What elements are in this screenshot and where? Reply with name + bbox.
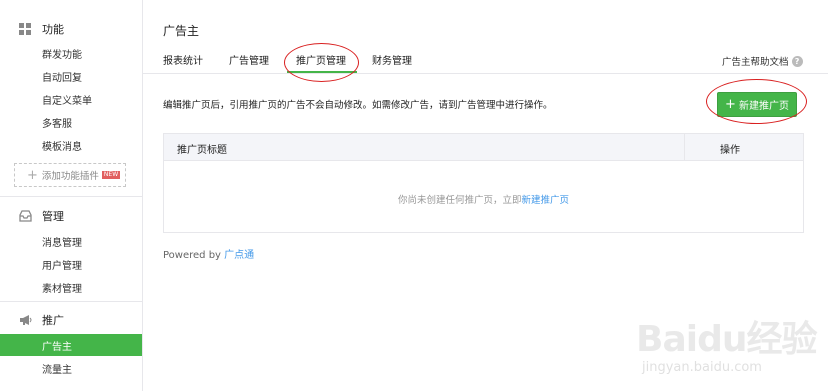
section-heading: 功能 [42, 23, 64, 36]
sidebar-item-customer-service[interactable]: 多客服 [0, 111, 142, 133]
divider [0, 301, 142, 302]
table-header: 推广页标题 操作 [164, 134, 803, 161]
sidebar-item-user-manage[interactable]: 用户管理 [0, 253, 142, 275]
divider [0, 196, 142, 197]
column-header-title: 推广页标题 [177, 145, 227, 156]
description-text: 编辑推广页后，引用推广页的广告不会自动修改。如需修改广告，请到广告管理中进行操作… [163, 100, 553, 111]
sidebar-item-publisher[interactable]: 流量主 [0, 357, 142, 379]
watermark-url: jingyan.baidu.com [642, 360, 762, 375]
sidebar-item-label: 素材管理 [42, 283, 82, 295]
add-plugin-label: 添加功能插件 [41, 171, 99, 182]
sidebar-item-label: 用户管理 [42, 260, 82, 272]
question-icon: ? [791, 55, 803, 67]
sidebar-item-label: 自定义菜单 [42, 95, 92, 107]
sidebar-item-custom-menu[interactable]: 自定义菜单 [0, 88, 142, 110]
sidebar-item-advertiser[interactable]: 广告主 [0, 334, 142, 356]
tab-report-stats[interactable]: 报表统计 [163, 52, 203, 67]
sidebar-section-manage: 管理 [0, 204, 142, 228]
inbox-icon [18, 209, 32, 223]
sidebar-item-label: 多客服 [42, 118, 72, 130]
sidebar-item-label: 流量主 [42, 364, 72, 376]
column-header-actions: 操作 [720, 145, 740, 156]
promo-page-table: 推广页标题 操作 你尚未创建任何推广页，立即新建推广页 [163, 133, 804, 233]
annotation-circle-button [706, 79, 807, 124]
sidebar-item-label: 自动回复 [42, 72, 82, 84]
sidebar-section-features: 功能 [0, 17, 142, 41]
add-plugin-button[interactable]: + 添加功能插件 NEW [14, 163, 126, 187]
plus-icon: + [27, 167, 38, 183]
tab-finance-manage[interactable]: 财务管理 [372, 52, 412, 67]
megaphone-icon [18, 313, 32, 327]
section-heading: 推广 [42, 314, 64, 327]
baidu-watermark: Baidu经验 jingyan.baidu.com [636, 310, 821, 382]
powered-by-text: Powered by [163, 250, 221, 261]
empty-state-text: 你尚未创建任何推广页，立即 [397, 195, 522, 206]
empty-state: 你尚未创建任何推广页，立即新建推广页 [164, 192, 803, 206]
sidebar: 功能 群发功能 自动回复 自定义菜单 多客服 模板消息 + 添加功能插件 NEW… [0, 0, 143, 391]
sidebar-item-material-manage[interactable]: 素材管理 [0, 276, 142, 298]
sidebar-item-message-manage[interactable]: 消息管理 [0, 230, 142, 252]
sidebar-item-mass-send[interactable]: 群发功能 [0, 42, 142, 64]
guangdiantong-link[interactable]: 广点通 [224, 250, 254, 261]
help-doc-label: 广告主帮助文档 [722, 57, 789, 68]
annotation-circle-tab [284, 43, 359, 82]
page-title: 广告主 [163, 24, 200, 38]
sidebar-item-label: 广告主 [42, 341, 72, 353]
watermark-brand: Baidu经验 [636, 319, 817, 360]
empty-state-new-link[interactable]: 新建推广页 [522, 195, 570, 206]
sidebar-item-label: 模板消息 [42, 141, 82, 153]
sidebar-item-auto-reply[interactable]: 自动回复 [0, 65, 142, 87]
help-doc-link[interactable]: 广告主帮助文档 ? [722, 54, 803, 68]
sidebar-item-label: 消息管理 [42, 237, 82, 249]
tab-ad-manage[interactable]: 广告管理 [229, 52, 269, 67]
new-badge: NEW [101, 171, 121, 179]
grid-icon [18, 22, 32, 36]
sidebar-item-template-message[interactable]: 模板消息 [0, 134, 142, 156]
powered-by: Powered by 广点通 [163, 246, 254, 261]
sidebar-item-label: 群发功能 [42, 49, 82, 61]
section-heading: 管理 [42, 210, 64, 223]
column-divider [684, 134, 685, 160]
sidebar-section-promote: 推广 [0, 308, 142, 332]
tabs-divider [143, 73, 828, 74]
